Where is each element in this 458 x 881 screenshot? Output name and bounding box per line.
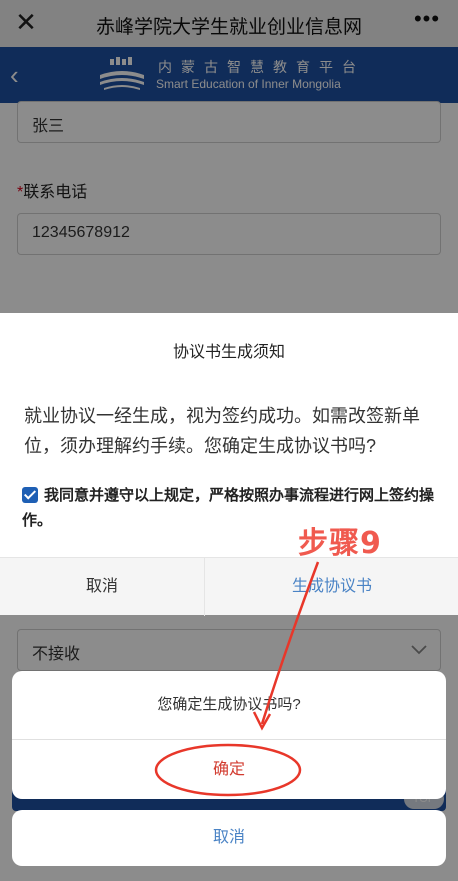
modal-buttons: 取消 生成协议书: [0, 557, 458, 616]
confirm-sheet: 您确定生成协议书吗? 确定: [12, 671, 446, 799]
agreement-notice-modal: 协议书生成须知 就业协议一经生成，视为签约成功。如需改签新单位，须办理解约手续。…: [0, 313, 458, 616]
confirm-button[interactable]: 确定: [12, 740, 446, 799]
modal-body: 就业协议一经生成，视为签约成功。如需改签新单位，须办理解约手续。您确定生成协议书…: [24, 406, 420, 456]
modal-cancel-button[interactable]: 取消: [0, 558, 205, 616]
generate-agreement-button[interactable]: 生成协议书: [206, 558, 458, 616]
agree-checkbox[interactable]: [22, 487, 38, 503]
confirm-sheet-title: 您确定生成协议书吗?: [157, 696, 301, 713]
step-annotation: 步骤9: [298, 526, 382, 561]
modal-title: 协议书生成须知: [172, 344, 285, 361]
sheet-cancel-button[interactable]: 取消: [12, 810, 446, 866]
